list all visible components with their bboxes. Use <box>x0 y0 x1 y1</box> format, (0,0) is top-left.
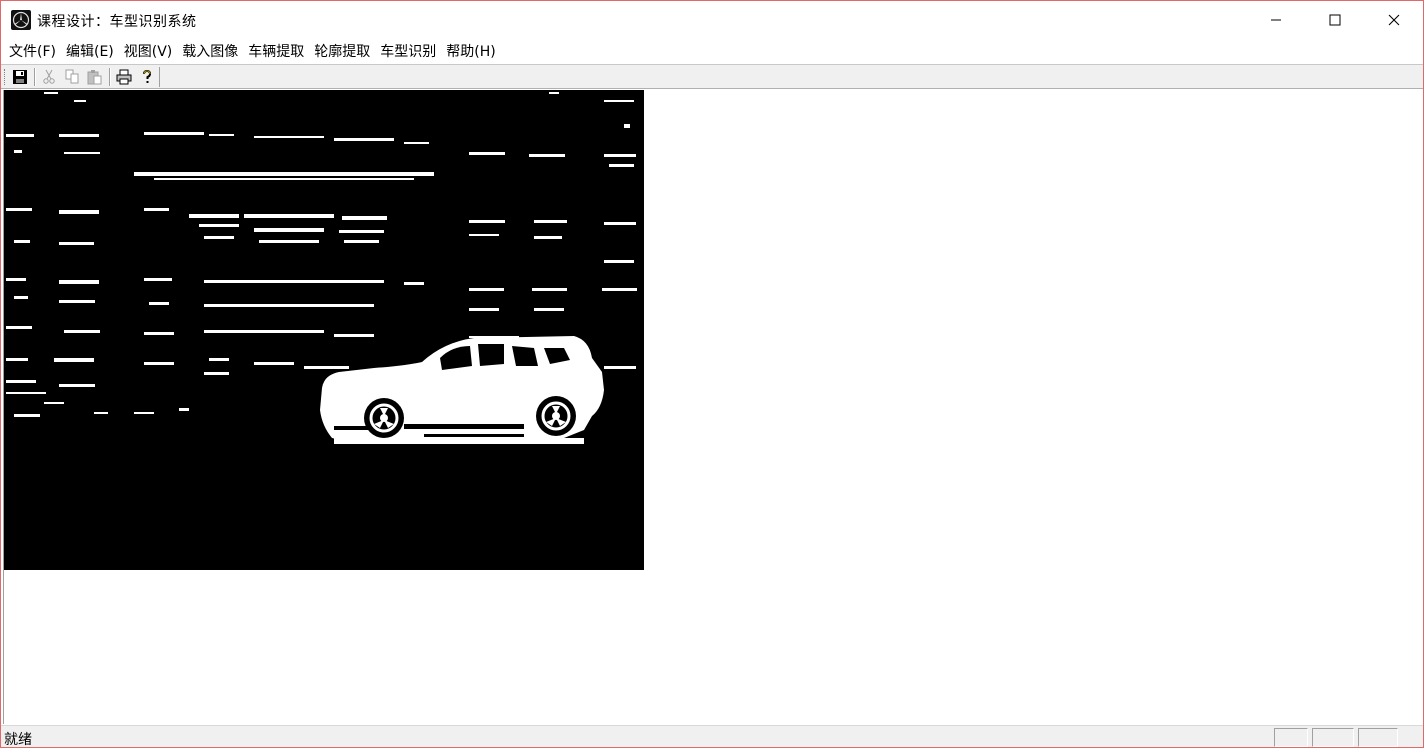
status-text: 就绪 <box>4 732 32 748</box>
app-window: 课程设计：车型识别系统 文件(F) 编辑(E) 视图(V) 载入图像 车辆提取 … <box>0 0 1424 748</box>
window-title: 课程设计：车型识别系统 <box>37 14 197 30</box>
menu-load-image[interactable]: 载入图像 <box>178 41 242 63</box>
minimize-icon <box>1271 19 1281 21</box>
segmented-image-canvas <box>4 90 644 570</box>
copy-button[interactable] <box>62 67 82 87</box>
binary-car-image <box>4 90 644 570</box>
help-icon <box>143 69 152 83</box>
cut-icon <box>43 69 55 84</box>
close-button[interactable] <box>1365 1 1423 39</box>
menu-bar: 文件(F) 编辑(E) 视图(V) 载入图像 车辆提取 轮廓提取 车型识别 帮助… <box>1 40 1423 64</box>
paste-icon <box>87 70 102 85</box>
paste-button[interactable] <box>85 67 105 87</box>
save-button[interactable] <box>10 67 30 87</box>
menu-edit[interactable]: 编辑(E) <box>62 41 118 63</box>
status-pane-caps <box>1274 728 1308 747</box>
toolbar-separator <box>34 68 36 86</box>
menu-file[interactable]: 文件(F) <box>5 41 60 63</box>
toolbar-end-divider <box>159 67 160 87</box>
status-bar: 就绪 <box>1 725 1423 748</box>
cut-button[interactable] <box>39 67 59 87</box>
save-icon <box>13 70 27 84</box>
print-icon <box>116 69 132 85</box>
close-icon <box>1388 14 1400 26</box>
menu-contour-extract[interactable]: 轮廓提取 <box>310 41 374 63</box>
status-pane-num <box>1312 728 1354 747</box>
help-button[interactable] <box>137 67 157 87</box>
maximize-icon <box>1329 14 1341 26</box>
toolbar-separator <box>109 68 111 86</box>
copy-icon <box>65 69 79 84</box>
toolbar-grip[interactable] <box>4 69 7 85</box>
mercedes-logo-icon[interactable] <box>11 10 31 30</box>
menu-vehicle-recognize[interactable]: 车型识别 <box>376 41 440 63</box>
menu-view[interactable]: 视图(V) <box>120 41 177 63</box>
maximize-button[interactable] <box>1306 1 1364 39</box>
menu-help[interactable]: 帮助(H) <box>442 41 499 63</box>
toolbar <box>1 65 1423 89</box>
print-button[interactable] <box>114 67 134 87</box>
minimize-button[interactable] <box>1247 1 1305 39</box>
status-pane-scroll <box>1358 728 1398 747</box>
menu-vehicle-extract[interactable]: 车辆提取 <box>244 41 308 63</box>
title-bar[interactable]: 课程设计：车型识别系统 <box>1 1 1423 39</box>
